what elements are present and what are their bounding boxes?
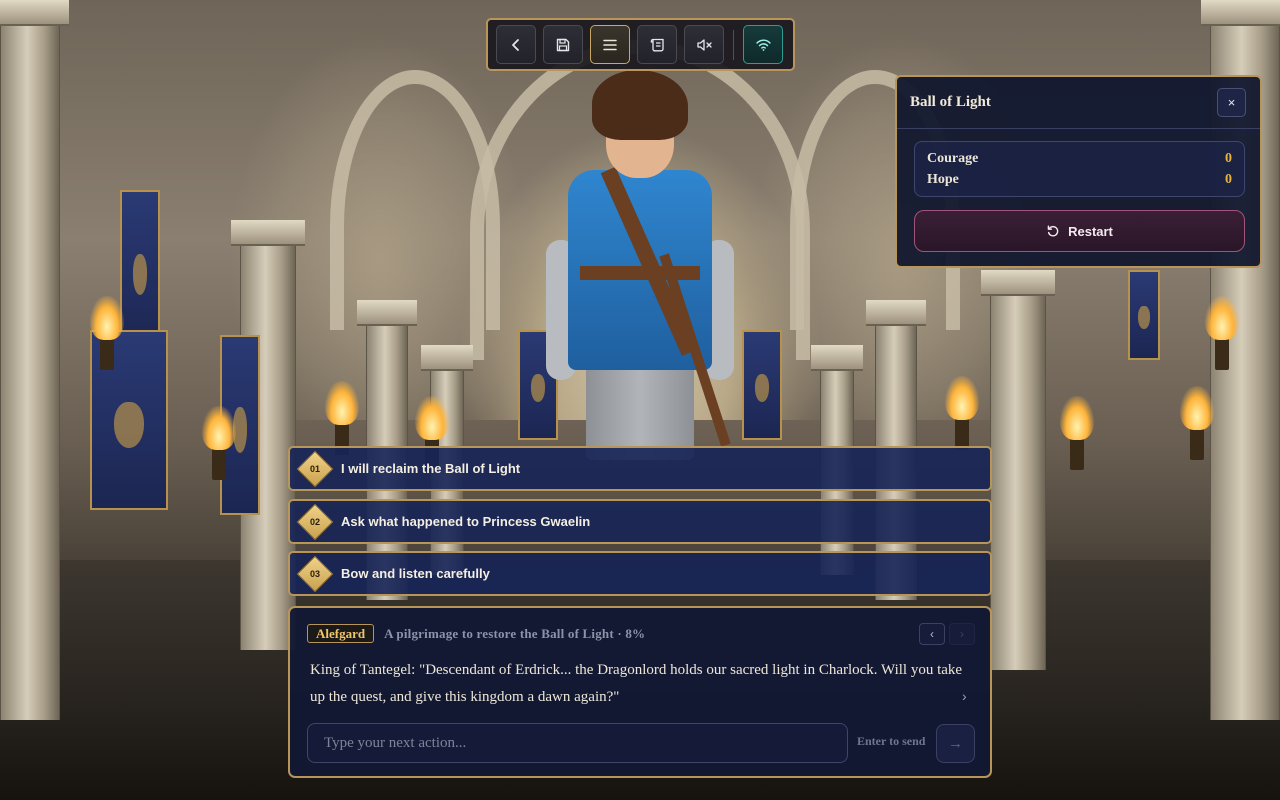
choice-option-3[interactable]: 03 Bow and listen carefully: [288, 551, 992, 596]
stat-label: Courage: [927, 150, 979, 166]
stats-list: Courage 0 Hope 0: [914, 141, 1245, 197]
pillar: [0, 0, 69, 720]
wall-torch: [1205, 296, 1239, 370]
stat-value: 0: [1225, 150, 1232, 166]
dialogue-box: Alefgard A pilgrimage to restore the Bal…: [288, 606, 992, 778]
hero-character-sprite: [540, 60, 740, 460]
send-button[interactable]: →: [936, 724, 975, 763]
chevron-left-icon: [512, 38, 519, 51]
choice-option-1[interactable]: 01 I will reclaim the Ball of Light: [288, 446, 992, 491]
royal-banner: [1128, 270, 1160, 360]
action-input-container: [307, 723, 848, 763]
restart-label: Restart: [1068, 223, 1113, 239]
wall-torch: [1060, 396, 1094, 470]
toolbar-divider: [733, 29, 734, 60]
network-status-button[interactable]: [743, 25, 783, 64]
wall-torch: [1180, 386, 1214, 460]
dialogue-text: King of Tantegel: "Descendant of Erdrick…: [310, 662, 963, 705]
continue-arrow-icon[interactable]: ›: [962, 688, 967, 704]
dialogue-header: Alefgard A pilgrimage to restore the Bal…: [307, 624, 645, 643]
stat-label: Hope: [927, 171, 959, 187]
previous-page-button[interactable]: ‹: [919, 623, 945, 645]
volume-mute-icon: [696, 38, 712, 51]
save-icon: [556, 38, 570, 51]
scroll-icon: [650, 38, 664, 51]
choice-label: Ask what happened to Princess Gwaelin: [341, 514, 591, 529]
quest-stats-panel: Ball of Light × Courage 0 Hope 0 Restart: [895, 75, 1262, 268]
mute-button[interactable]: [684, 25, 724, 64]
stats-panel-title: Ball of Light: [910, 94, 991, 110]
pillar: [981, 270, 1055, 670]
royal-banner: [120, 190, 160, 350]
wall-torch: [202, 406, 236, 480]
menu-button[interactable]: [590, 25, 630, 64]
choice-option-2[interactable]: 02 Ask what happened to Princess Gwaelin: [288, 499, 992, 544]
stat-row-courage: Courage 0: [927, 148, 1232, 169]
choice-number-badge: 03: [296, 555, 334, 592]
stat-value: 0: [1225, 171, 1232, 187]
choice-number-badge: 01: [296, 450, 334, 487]
wifi-icon: [755, 39, 771, 51]
send-hint: Enter to send: [857, 734, 926, 748]
restart-icon: [1047, 225, 1059, 237]
action-input[interactable]: [324, 734, 831, 752]
stat-row-hope: Hope 0: [927, 169, 1232, 190]
choice-label: I will reclaim the Ball of Light: [341, 461, 521, 476]
royal-banner: [742, 330, 782, 440]
choice-label: Bow and listen carefully: [341, 566, 490, 581]
chapter-progress-text: A pilgrimage to restore the Ball of Ligh…: [384, 625, 646, 641]
wall-torch: [90, 296, 124, 370]
log-button[interactable]: [637, 25, 677, 64]
save-button[interactable]: [543, 25, 583, 64]
choice-number-badge: 02: [296, 503, 334, 540]
back-button[interactable]: [496, 25, 536, 64]
menu-icon: [603, 39, 617, 50]
top-toolbar: [486, 18, 795, 71]
restart-button[interactable]: Restart: [914, 210, 1245, 252]
close-button[interactable]: ×: [1217, 88, 1246, 117]
wall-torch: [945, 376, 979, 450]
location-badge: Alefgard: [307, 624, 375, 643]
stats-panel-header: Ball of Light ×: [897, 77, 1260, 129]
next-page-button[interactable]: ›: [949, 623, 975, 645]
